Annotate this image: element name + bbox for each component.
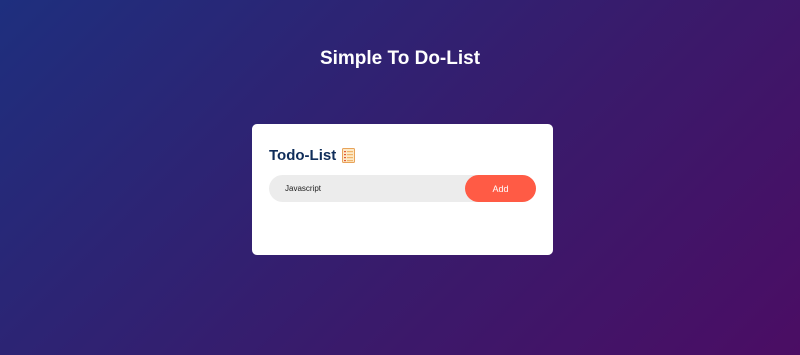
add-button[interactable]: Add <box>465 175 536 202</box>
todo-card: Todo-List Add <box>252 124 553 255</box>
notepad-icon <box>342 148 356 163</box>
page-title: Simple To Do-List <box>319 48 481 69</box>
todo-input[interactable] <box>269 175 459 202</box>
card-header: Todo-List <box>269 147 356 164</box>
todo-input-row: Add <box>269 175 536 202</box>
card-title: Todo-List <box>269 147 337 164</box>
